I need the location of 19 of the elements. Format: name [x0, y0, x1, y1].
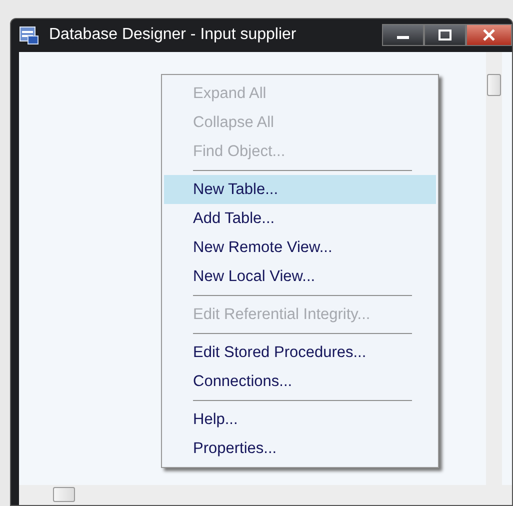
scroll-thumb[interactable] — [53, 487, 75, 502]
vertical-scrollbar[interactable] — [486, 52, 502, 485]
horizontal-scrollbar[interactable] — [19, 485, 512, 505]
maximize-button[interactable] — [424, 24, 466, 46]
scroll-thumb[interactable] — [487, 74, 501, 96]
menu-item[interactable]: Edit Stored Procedures... — [164, 338, 436, 367]
menu-item[interactable]: New Local View... — [164, 262, 436, 291]
minimize-button[interactable] — [382, 24, 424, 46]
close-button[interactable] — [466, 24, 512, 46]
menu-item[interactable]: New Remote View... — [164, 233, 436, 262]
menu-item[interactable]: Add Table... — [164, 204, 436, 233]
menu-item[interactable]: Properties... — [164, 434, 436, 463]
menu-item[interactable]: New Table... — [164, 175, 436, 204]
window-title: Database Designer - Input supplier — [49, 25, 296, 45]
window-app-icon — [19, 25, 39, 45]
maximize-icon — [438, 29, 452, 41]
menu-item[interactable]: Connections... — [164, 367, 436, 396]
close-icon — [482, 29, 496, 41]
menu-item[interactable]: Help... — [164, 405, 436, 434]
